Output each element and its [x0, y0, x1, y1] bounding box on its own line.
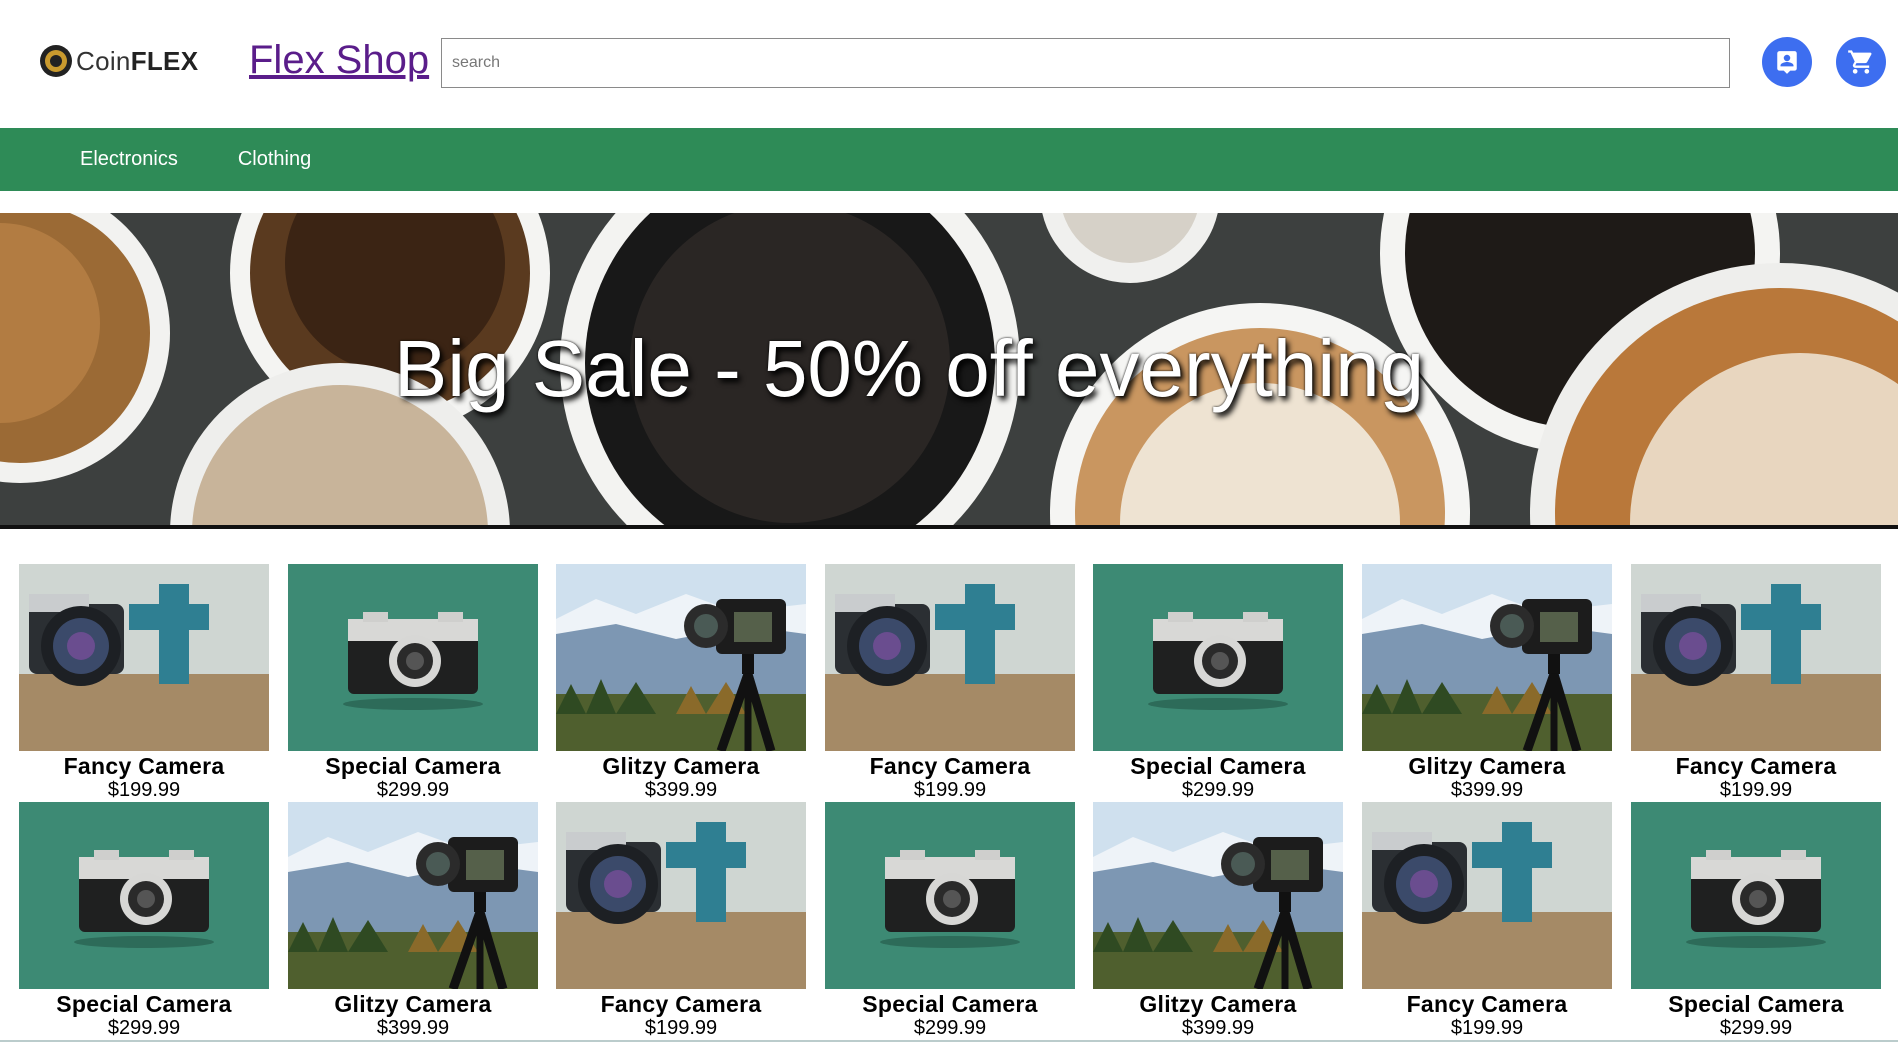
product-card[interactable]: Fancy Camera $199.99 — [556, 802, 806, 1040]
product-card[interactable]: Fancy Camera $199.99 — [825, 564, 1075, 802]
product-card[interactable]: Special Camera $299.99 — [19, 802, 269, 1040]
product-price: $199.99 — [644, 1017, 718, 1039]
product-name[interactable]: Fancy Camera — [19, 754, 269, 778]
product-image[interactable] — [19, 802, 269, 989]
product-card[interactable]: Special Camera $299.99 — [1093, 564, 1343, 802]
product-card[interactable]: Glitzy Camera $399.99 — [556, 564, 806, 802]
product-card[interactable]: Glitzy Camera $399.99 — [1362, 564, 1612, 802]
sale-banner: Big Sale - 50% off everything — [0, 213, 1898, 529]
product-image[interactable] — [1093, 802, 1343, 989]
product-image[interactable] — [1362, 802, 1612, 989]
product-name[interactable]: Special Camera — [1631, 992, 1881, 1016]
nav-item-electronics[interactable]: Electronics — [80, 148, 178, 171]
product-price: $199.99 — [107, 779, 181, 801]
coin-logo-icon — [40, 45, 72, 77]
nav-item-clothing[interactable]: Clothing — [238, 148, 311, 171]
search-input[interactable] — [441, 38, 1730, 88]
product-name[interactable]: Glitzy Camera — [1093, 992, 1343, 1016]
logo-text: CoinFLEX — [76, 45, 199, 76]
product-price: $399.99 — [1181, 1017, 1255, 1039]
product-price: $199.99 — [1450, 1017, 1524, 1039]
product-name[interactable]: Special Camera — [288, 754, 538, 778]
product-name[interactable]: Special Camera — [825, 992, 1075, 1016]
product-price: $399.99 — [1450, 779, 1524, 801]
product-card[interactable]: Special Camera $299.99 — [825, 802, 1075, 1040]
product-price: $199.99 — [913, 779, 987, 801]
product-name[interactable]: Fancy Camera — [1631, 754, 1881, 778]
category-nav: Electronics Clothing — [0, 128, 1898, 191]
product-name[interactable]: Glitzy Camera — [288, 992, 538, 1016]
product-image[interactable] — [825, 802, 1075, 989]
product-name[interactable]: Special Camera — [19, 992, 269, 1016]
product-card[interactable]: Fancy Camera $199.99 — [19, 564, 269, 802]
product-name[interactable]: Special Camera — [1093, 754, 1343, 778]
product-price: $299.99 — [1719, 1017, 1793, 1039]
product-card[interactable]: Glitzy Camera $399.99 — [1093, 802, 1343, 1040]
product-image[interactable] — [556, 564, 806, 751]
product-price: $299.99 — [913, 1017, 987, 1039]
product-card[interactable]: Fancy Camera $199.99 — [1362, 802, 1612, 1040]
cart-button[interactable] — [1836, 37, 1886, 87]
page-divider — [0, 1040, 1898, 1042]
product-price: $199.99 — [1719, 779, 1793, 801]
product-card[interactable]: Special Camera $299.99 — [288, 564, 538, 802]
product-name[interactable]: Glitzy Camera — [556, 754, 806, 778]
product-name[interactable]: Fancy Camera — [1362, 992, 1612, 1016]
product-name[interactable]: Glitzy Camera — [1362, 754, 1612, 778]
product-price: $299.99 — [107, 1017, 181, 1039]
product-image[interactable] — [556, 802, 806, 989]
product-image[interactable] — [825, 564, 1075, 751]
product-image[interactable] — [1362, 564, 1612, 751]
account-icon — [1777, 51, 1797, 74]
cart-icon — [1848, 50, 1872, 74]
product-price: $299.99 — [376, 779, 450, 801]
account-button[interactable] — [1762, 37, 1812, 87]
product-price: $299.99 — [1181, 779, 1255, 801]
coinflex-logo[interactable]: CoinFLEX — [40, 44, 198, 78]
product-image[interactable] — [288, 802, 538, 989]
product-image[interactable] — [1631, 564, 1881, 751]
product-image[interactable] — [288, 564, 538, 751]
product-card[interactable]: Glitzy Camera $399.99 — [288, 802, 538, 1040]
header: CoinFLEX Flex Shop — [0, 0, 1898, 128]
banner-headline: Big Sale - 50% off everything — [393, 324, 1425, 413]
product-card[interactable]: Special Camera $299.99 — [1631, 802, 1881, 1040]
product-card[interactable]: Fancy Camera $199.99 — [1631, 564, 1881, 802]
product-image[interactable] — [1093, 564, 1343, 751]
shop-title-link[interactable]: Flex Shop — [249, 38, 429, 83]
product-name[interactable]: Fancy Camera — [825, 754, 1075, 778]
product-price: $399.99 — [376, 1017, 450, 1039]
product-name[interactable]: Fancy Camera — [556, 992, 806, 1016]
product-image[interactable] — [19, 564, 269, 751]
product-price: $399.99 — [644, 779, 718, 801]
product-image[interactable] — [1631, 802, 1881, 989]
